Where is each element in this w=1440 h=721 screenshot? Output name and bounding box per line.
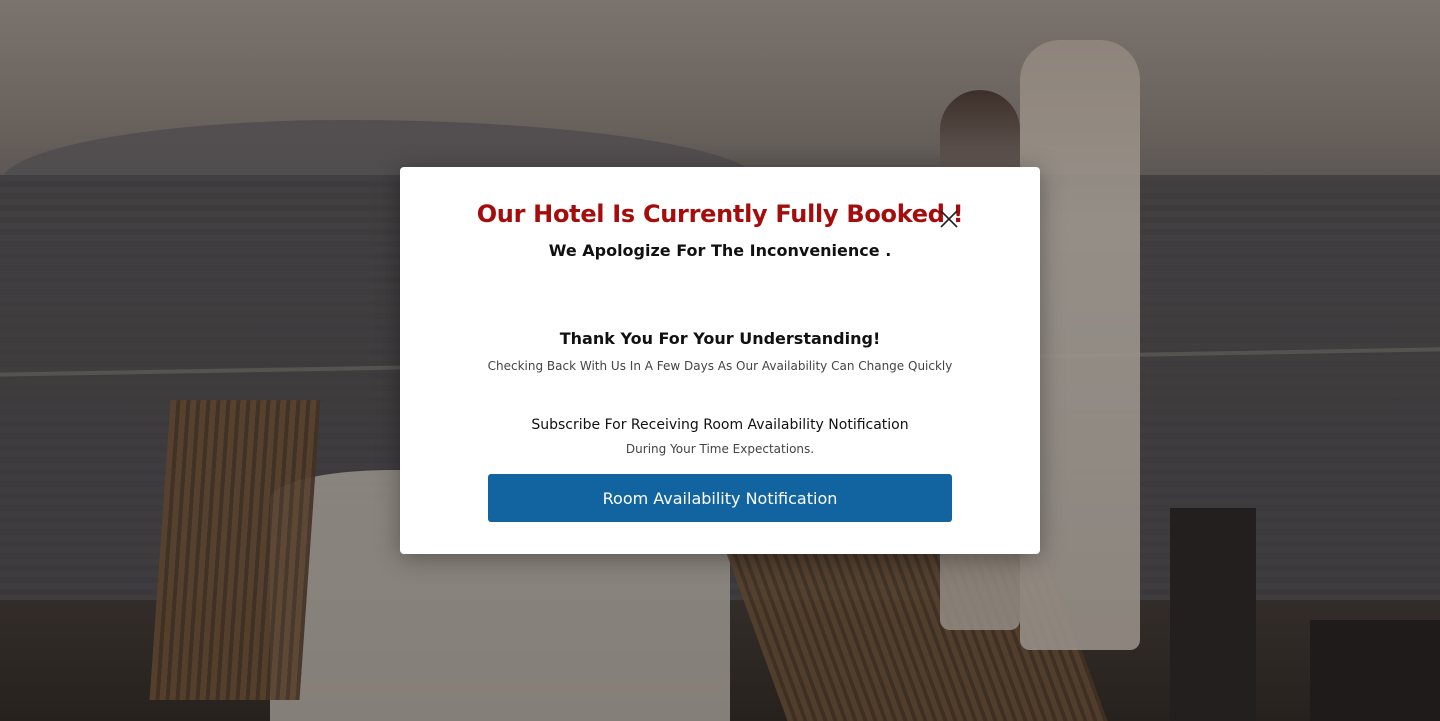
availability-note: Checking Back With Us In A Few Days As O… bbox=[487, 359, 953, 373]
subscribe-subtext: During Your Time Expectations. bbox=[625, 442, 815, 456]
modal-subtitle: We Apologize For The Inconvenience . bbox=[548, 241, 892, 260]
room-availability-notification-button[interactable]: Room Availability Notification bbox=[488, 474, 952, 522]
close-icon[interactable] bbox=[937, 207, 961, 231]
subscribe-heading: Subscribe For Receiving Room Availabilit… bbox=[531, 417, 909, 433]
close-button[interactable] bbox=[937, 207, 961, 231]
thanks-heading: Thank You For Your Understanding! bbox=[559, 329, 881, 348]
fully-booked-modal: Our Hotel Is Currently Fully Booked ! We… bbox=[400, 167, 1040, 554]
page: Our Hotel Is Currently Fully Booked ! We… bbox=[0, 0, 1440, 721]
